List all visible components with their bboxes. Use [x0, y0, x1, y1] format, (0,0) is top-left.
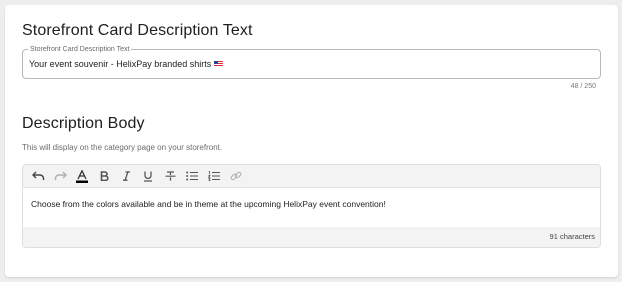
bold-button[interactable]: [93, 166, 115, 186]
font-color-icon: [76, 169, 88, 183]
settings-card: Storefront Card Description Text Storefr…: [5, 5, 618, 277]
undo-button[interactable]: [27, 166, 49, 186]
undo-icon: [31, 171, 44, 180]
bold-icon: [100, 171, 109, 181]
us-flag-icon: [214, 61, 224, 67]
bulleted-list-button[interactable]: [181, 166, 203, 186]
numbered-list-button[interactable]: [203, 166, 225, 186]
description-body-helper-text: This will display on the category page o…: [22, 143, 223, 152]
numbered-list-icon: [208, 171, 220, 181]
character-counter: 48 / 250: [570, 83, 596, 90]
italic-icon: [122, 171, 130, 181]
editor-toolbar: [23, 165, 600, 188]
card-description-field-label: Storefront Card Description Text: [28, 45, 132, 54]
rich-text-editor: Choose from the colors available and be …: [22, 164, 601, 248]
editor-content-area[interactable]: Choose from the colors available and be …: [23, 188, 600, 227]
card-description-input[interactable]: Your event souvenir - HelixPay branded s…: [29, 59, 224, 69]
strikethrough-icon: [165, 171, 175, 181]
editor-content-text: Choose from the colors available and be …: [31, 199, 386, 209]
card-description-value: Your event souvenir - HelixPay branded s…: [29, 59, 212, 69]
link-button[interactable]: [225, 166, 247, 186]
underline-icon: [144, 171, 152, 182]
redo-icon: [54, 171, 67, 180]
card-description-field[interactable]: Storefront Card Description Text Your ev…: [22, 45, 601, 79]
character-count: 91 characters: [549, 232, 595, 241]
section-title-description-body: Description Body: [22, 115, 145, 132]
redo-button[interactable]: [49, 166, 71, 186]
link-icon: [230, 171, 242, 181]
italic-button[interactable]: [115, 166, 137, 186]
section-title-card-description: Storefront Card Description Text: [22, 22, 253, 39]
bulleted-list-icon: [186, 171, 198, 181]
strikethrough-button[interactable]: [159, 166, 181, 186]
underline-button[interactable]: [137, 166, 159, 186]
text-color-button[interactable]: [71, 166, 93, 186]
editor-footer: 91 characters: [23, 227, 600, 247]
